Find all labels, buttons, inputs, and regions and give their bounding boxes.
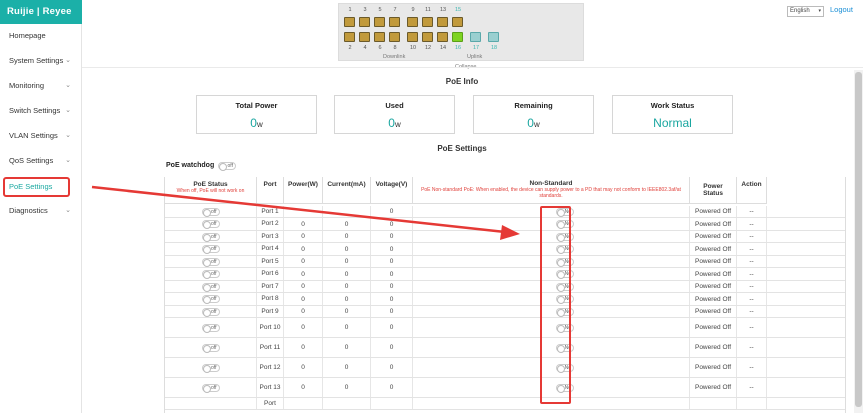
page-scrollbar[interactable] [854,70,863,413]
scrollbar-thumb[interactable] [855,72,862,407]
annotation-arrow [91,185,520,240]
